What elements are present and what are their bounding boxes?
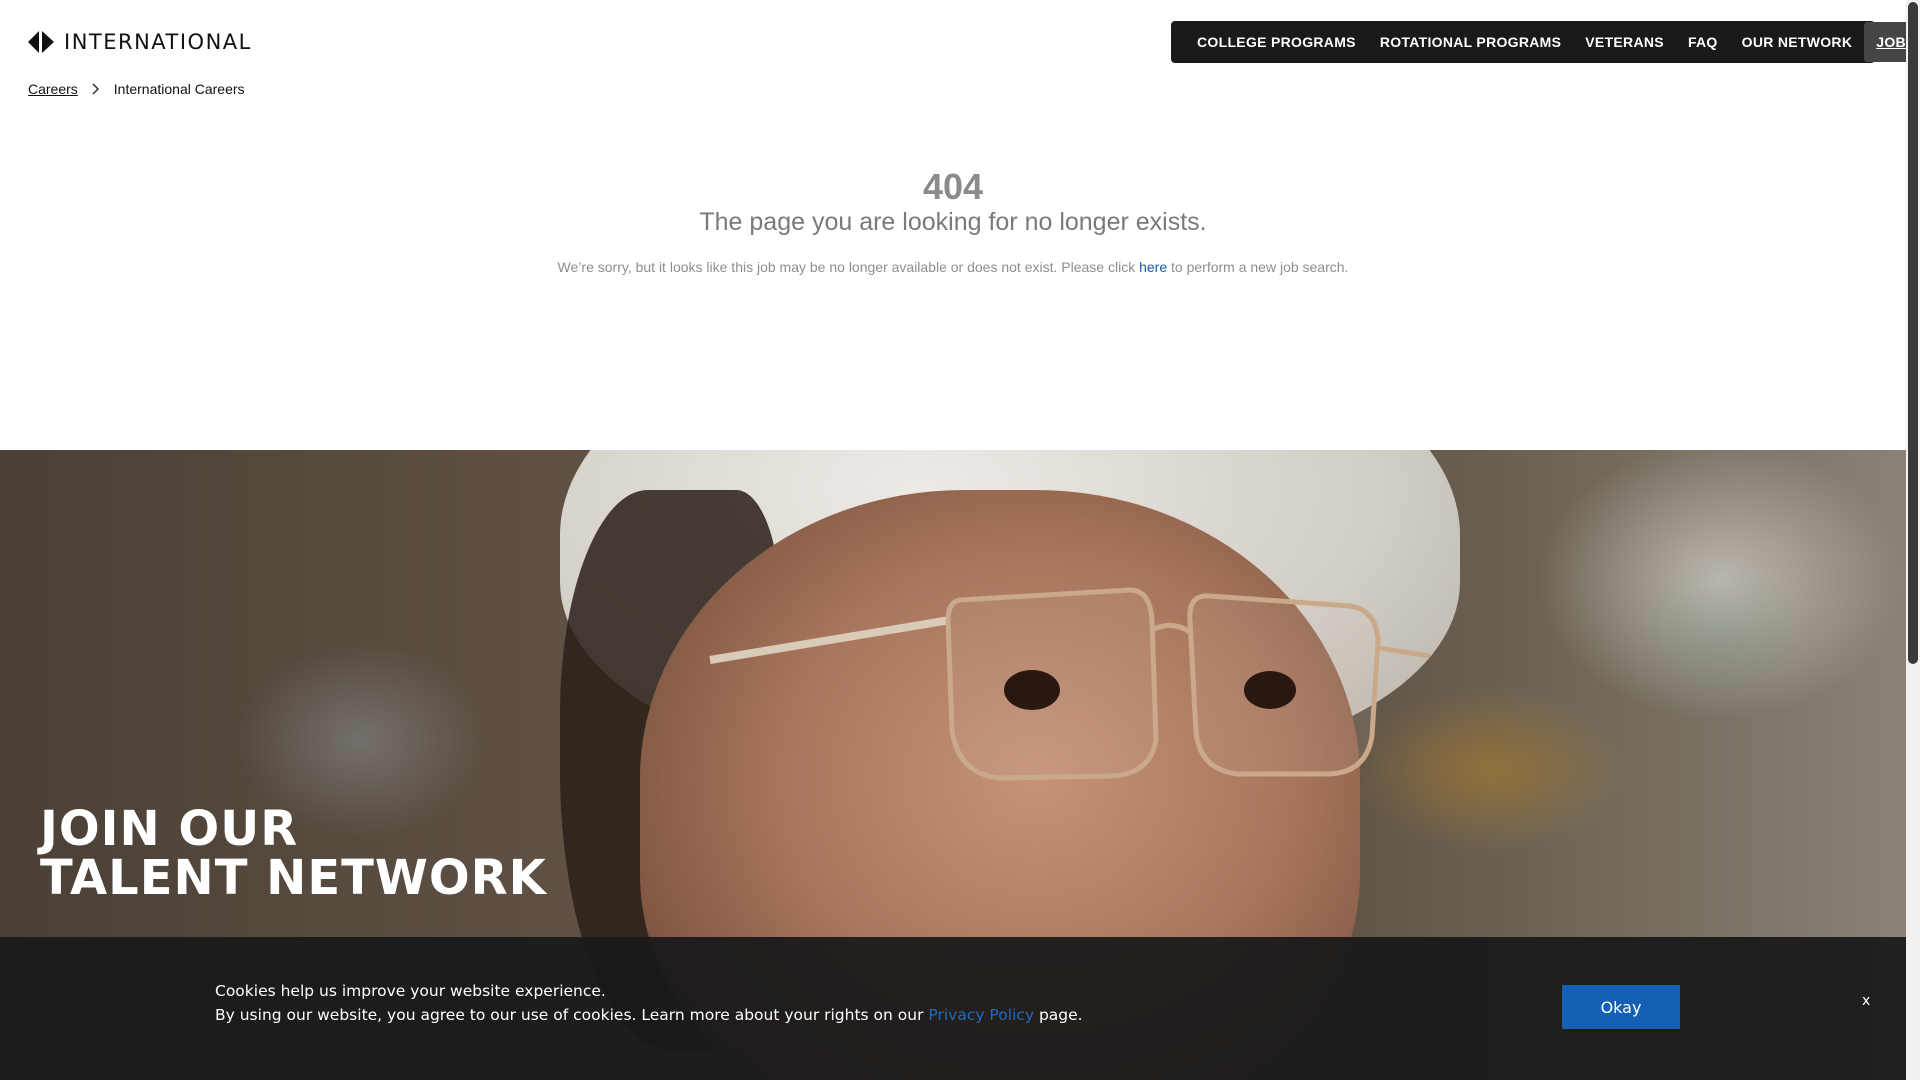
- nav-our-network[interactable]: OUR NETWORK: [1730, 22, 1865, 62]
- breadcrumb-current: International Careers: [113, 81, 245, 97]
- error-message-text-end: to perform a new job search.: [1167, 259, 1349, 275]
- cookie-close-icon[interactable]: x: [1862, 993, 1870, 1009]
- privacy-policy-link[interactable]: Privacy Policy: [928, 1006, 1034, 1024]
- logo-mark-icon: [28, 31, 54, 53]
- new-search-link[interactable]: here: [1139, 259, 1167, 275]
- nav-college-programs[interactable]: COLLEGE PROGRAMS: [1185, 22, 1368, 62]
- error-code: 404: [922, 166, 984, 207]
- top-navigation: COLLEGE PROGRAMS ROTATIONAL PROGRAMS VET…: [1171, 21, 1906, 63]
- scrollbar-thumb[interactable]: [1908, 2, 1918, 664]
- nav-veterans[interactable]: VETERANS: [1573, 22, 1676, 62]
- cookie-line-2-end: page.: [1034, 1006, 1083, 1024]
- error-title: The page you are looking for no longer e…: [699, 208, 1207, 236]
- hero-title: JOIN OUR TALENT NETWORK: [40, 805, 547, 903]
- nav-faq[interactable]: FAQ: [1676, 22, 1730, 62]
- breadcrumb: Careers International Careers: [28, 81, 245, 97]
- logo[interactable]: INTERNATIONAL: [28, 30, 252, 54]
- cookie-text: Cookies help us improve your website exp…: [215, 979, 1083, 1027]
- chevron-right-icon: [92, 83, 100, 95]
- error-message-text: We’re sorry, but it looks like this job …: [557, 259, 1140, 275]
- hero-title-line-2: TALENT NETWORK: [40, 850, 547, 906]
- nav-jobs[interactable]: JOBS: [1864, 22, 1906, 62]
- hero-title-line-1: JOIN OUR: [40, 801, 299, 857]
- cookie-banner: Cookies help us improve your website exp…: [0, 937, 1906, 1080]
- hero-image-glasses: [709, 587, 1430, 781]
- page: INTERNATIONAL COLLEGE PROGRAMS ROTATIONA…: [0, 0, 1906, 1080]
- cookie-line-2-text: By using our website, you agree to our u…: [215, 1006, 929, 1024]
- cookie-line-2: By using our website, you agree to our u…: [215, 1003, 1083, 1027]
- logo-text: INTERNATIONAL: [64, 30, 252, 54]
- cookie-line-1: Cookies help us improve your website exp…: [215, 982, 606, 1000]
- breadcrumb-careers-link[interactable]: Careers: [28, 81, 78, 97]
- error-message: We’re sorry, but it looks like this job …: [0, 259, 1906, 275]
- nav-rotational-programs[interactable]: ROTATIONAL PROGRAMS: [1368, 22, 1573, 62]
- vertical-scrollbar[interactable]: [1906, 0, 1920, 1080]
- cookie-okay-button[interactable]: Okay: [1562, 985, 1680, 1029]
